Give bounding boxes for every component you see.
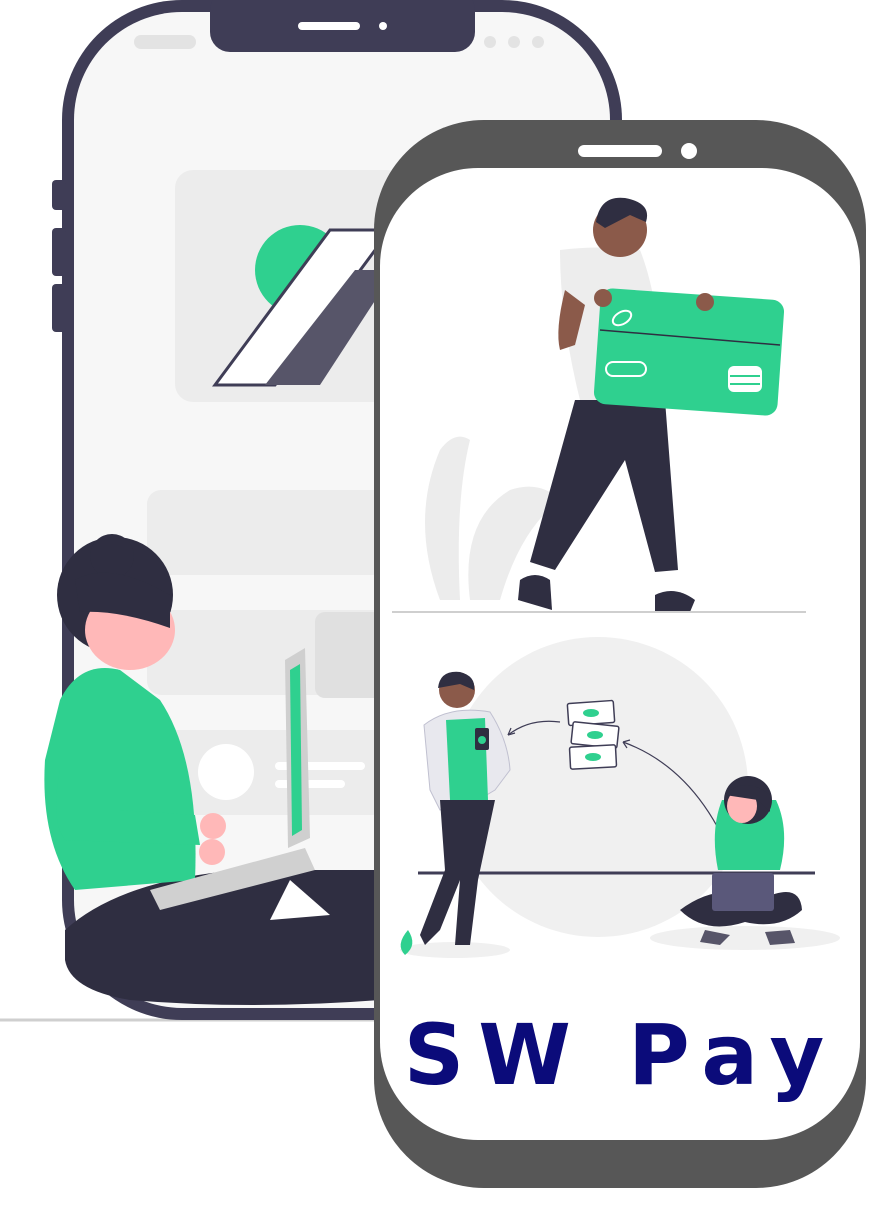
hand (696, 293, 714, 311)
camera-icon (379, 22, 387, 30)
text-placeholder (275, 780, 345, 788)
laptop-screen (290, 664, 302, 836)
side-button (52, 284, 66, 332)
shadow (650, 926, 840, 950)
hair-bun (90, 534, 134, 578)
hand (199, 839, 225, 865)
laptop-icon (712, 873, 774, 911)
camera-icon (681, 143, 697, 159)
phone-screen-dot (478, 736, 486, 744)
status-bar-pill (134, 35, 196, 49)
side-button (52, 228, 66, 276)
speaker-icon (298, 22, 360, 30)
status-dot-icon (484, 36, 496, 48)
hand (594, 289, 612, 307)
banknote-icon (568, 744, 618, 770)
status-dot-icon (508, 36, 520, 48)
status-dot-icon (532, 36, 544, 48)
shoe (765, 930, 795, 945)
speaker-icon (578, 145, 662, 157)
shadow (400, 942, 510, 958)
avatar-placeholder (198, 744, 254, 800)
illustration-stage: SW Pay (0, 0, 896, 1218)
card-chip-icon (728, 366, 762, 392)
brand-logo-text: SW Pay (403, 1006, 839, 1104)
hand (200, 813, 226, 839)
side-button (52, 180, 66, 210)
credit-card-icon (593, 288, 785, 416)
card-placeholder (147, 490, 387, 575)
